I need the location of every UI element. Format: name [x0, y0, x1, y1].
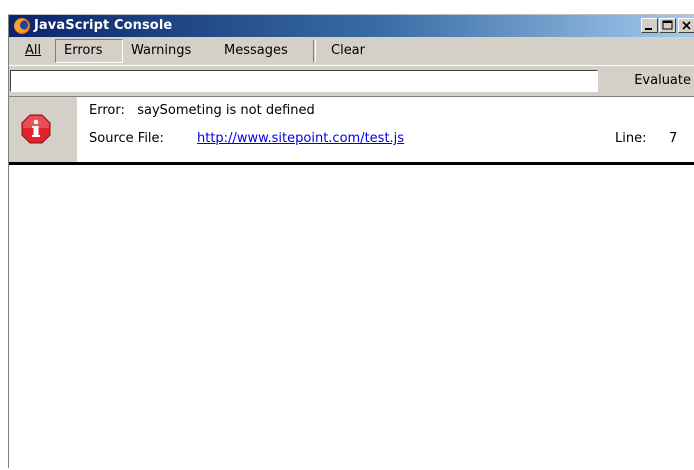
minimize-icon: [645, 28, 652, 30]
tab-warnings-label: Warnings: [131, 43, 192, 58]
error-text: saySometing is not defined: [137, 103, 315, 118]
clear-button[interactable]: Clear: [331, 43, 365, 58]
close-button[interactable]: [678, 18, 694, 33]
clear-label: Clear: [331, 43, 365, 58]
evaluate-label: Evaluate: [634, 73, 691, 88]
console-message-list[interactable]: Error: saySometing is not defined Source…: [9, 96, 694, 470]
source-file-link[interactable]: http://www.sitepoint.com/test.js: [197, 131, 404, 146]
evaluate-bar: Evaluate: [9, 65, 694, 96]
line-number: 7: [669, 131, 678, 146]
tab-errors-label: Errors: [64, 43, 103, 58]
tab-warnings[interactable]: Warnings: [131, 43, 191, 58]
tab-errors[interactable]: Errors: [64, 43, 102, 58]
tab-messages[interactable]: Messages: [224, 43, 288, 58]
code-input[interactable]: [10, 70, 598, 92]
tab-messages-label: Messages: [224, 43, 288, 58]
javascript-console-window: JavaScript Console All Errors Warnings M…: [8, 14, 694, 470]
minimize-button[interactable]: [641, 18, 658, 33]
title-bar[interactable]: JavaScript Console: [9, 15, 694, 37]
maximize-button[interactable]: [659, 18, 676, 33]
tab-all-label: All: [25, 43, 42, 58]
message-icon-cell: [9, 97, 77, 162]
error-info-icon: [21, 114, 51, 144]
tab-all[interactable]: All: [25, 43, 41, 58]
filter-toolbar: All Errors Warnings Messages Clear: [9, 37, 694, 65]
toolbar-separator: [313, 40, 316, 62]
firefox-icon: [14, 18, 30, 34]
error-message-row[interactable]: Error: saySometing is not defined Source…: [9, 97, 694, 165]
window-title: JavaScript Console: [34, 18, 173, 33]
close-icon: [682, 21, 691, 30]
error-prefix: Error:: [89, 103, 125, 118]
line-label: Line:: [615, 131, 647, 146]
source-file-label: Source File:: [89, 131, 164, 146]
maximize-icon: [662, 20, 673, 30]
evaluate-button[interactable]: Evaluate: [603, 68, 694, 94]
error-line: Error: saySometing is not defined: [89, 103, 315, 118]
